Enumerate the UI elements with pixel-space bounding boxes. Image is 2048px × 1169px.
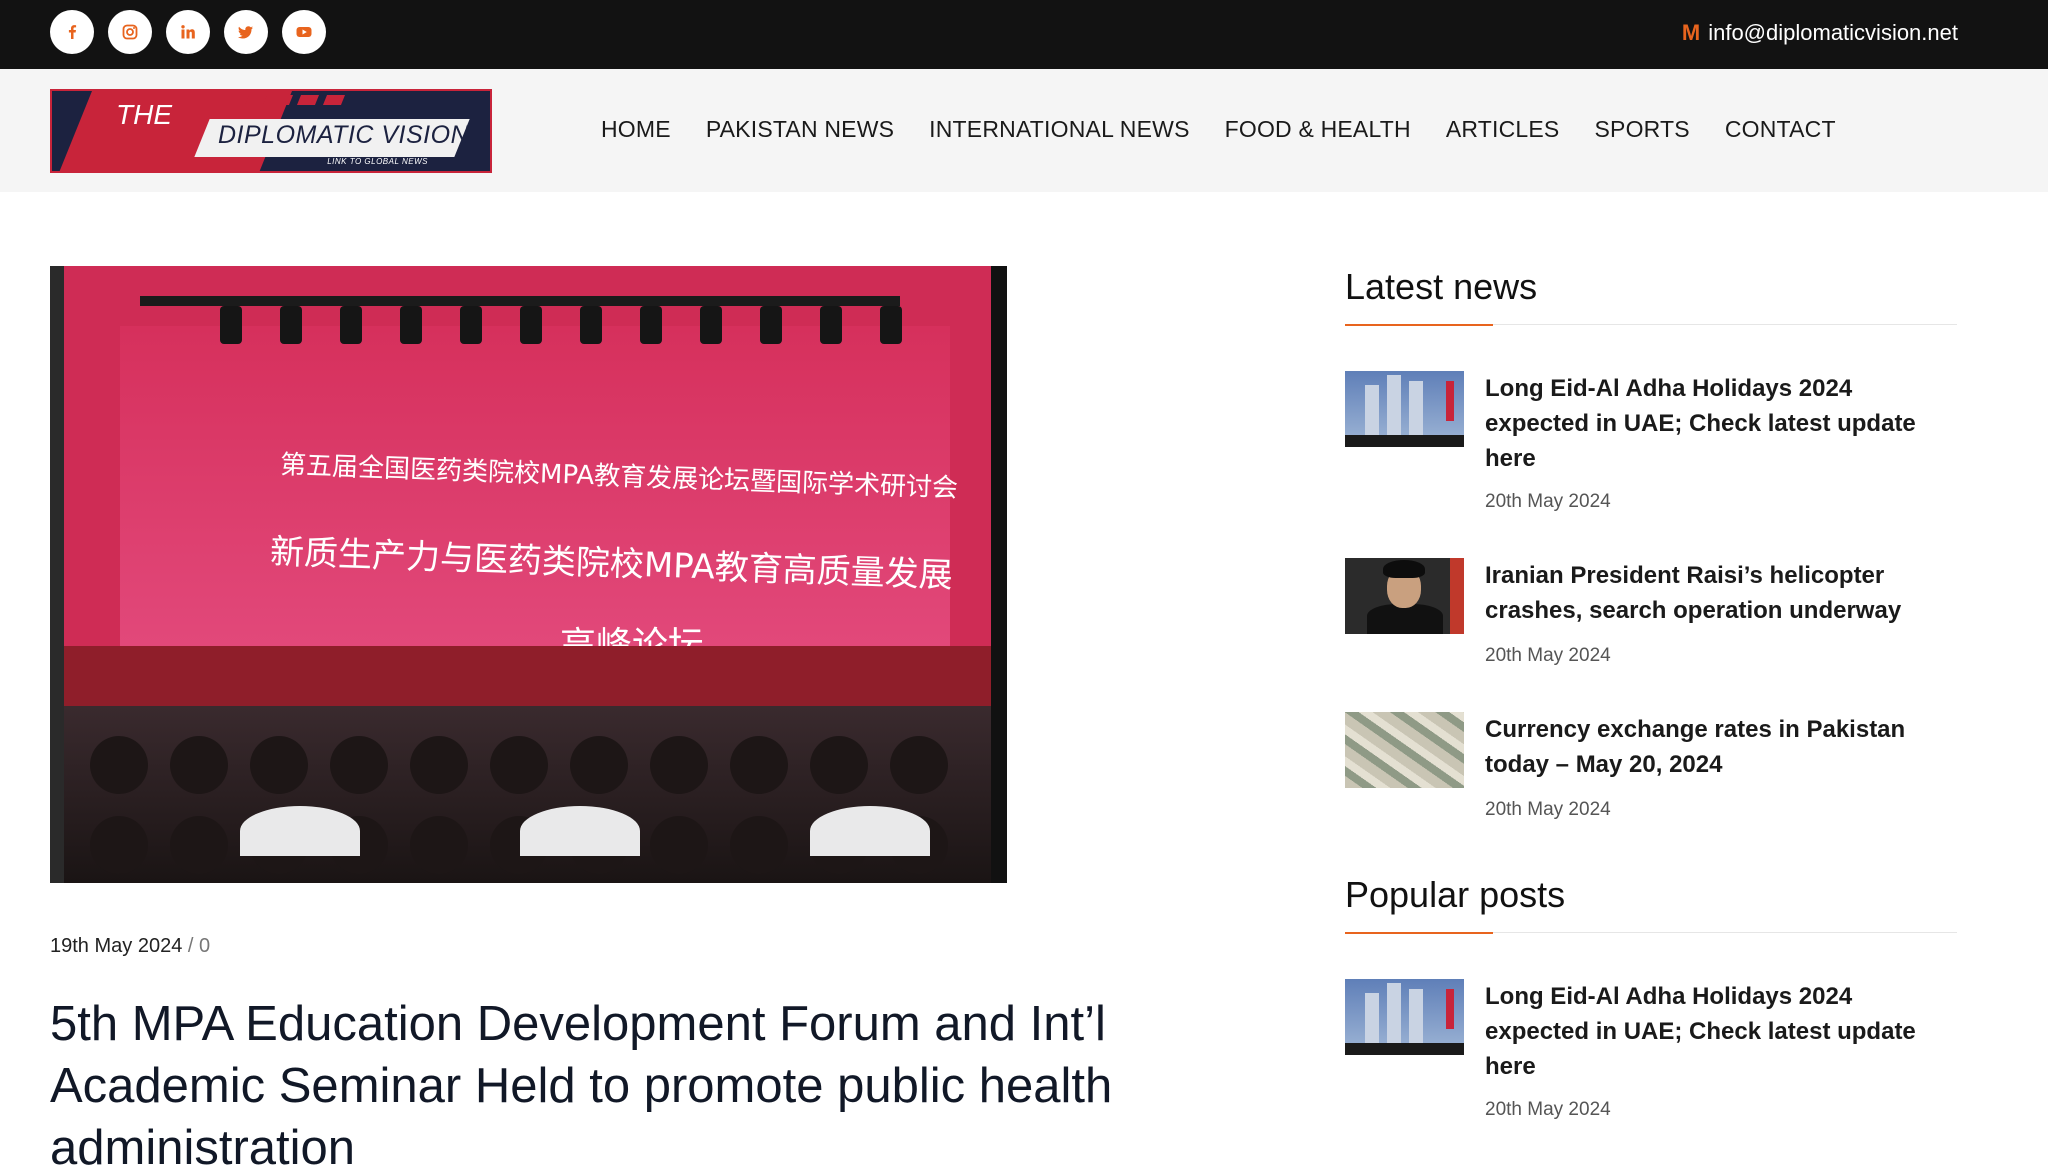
logo-the: THE — [116, 99, 172, 130]
site-header: THE DIPLOMATIC VISION LINK TO GLOBAL NEW… — [0, 69, 2048, 192]
thumbnail-image[interactable] — [1345, 712, 1464, 788]
post-title[interactable]: Long Eid-Al Adha Holidays 2024 expected … — [1485, 979, 1955, 1084]
popular-posts-heading: Popular posts — [1345, 874, 1566, 915]
email-text[interactable]: info@diplomaticvision.net — [1708, 20, 1958, 46]
facebook-icon[interactable] — [50, 10, 94, 54]
news-title[interactable]: Long Eid-Al Adha Holidays 2024 expected … — [1485, 371, 1955, 476]
social-links — [50, 10, 326, 54]
nav-contact[interactable]: CONTACT — [1725, 116, 1836, 143]
top-bar: M info@diplomaticvision.net — [0, 0, 2048, 69]
post-date: 20th May 2024 — [1485, 1099, 1611, 1120]
logo-title: DIPLOMATIC VISION — [218, 121, 470, 149]
news-title[interactable]: Currency exchange rates in Pakistan toda… — [1485, 712, 1955, 782]
nav-pakistan-news[interactable]: PAKISTAN NEWS — [706, 116, 894, 143]
news-date: 20th May 2024 — [1485, 645, 1611, 666]
thumbnail-image[interactable] — [1345, 371, 1464, 447]
article-date: 19th May 2024 — [50, 935, 183, 957]
logo-tagline: LINK TO GLOBAL NEWS — [327, 157, 428, 166]
meta-separator: / — [187, 935, 194, 957]
nav-food-health[interactable]: FOOD & HEALTH — [1225, 116, 1411, 143]
latest-news-item[interactable]: Long Eid-Al Adha Holidays 2024 expected … — [1345, 371, 1957, 521]
linkedin-icon[interactable] — [166, 10, 210, 54]
youtube-icon[interactable] — [282, 10, 326, 54]
thumbnail-image[interactable] — [1345, 979, 1464, 1055]
popular-posts-divider — [1345, 932, 1957, 934]
main-nav: HOME PAKISTAN NEWS INTERNATIONAL NEWS FO… — [601, 116, 1836, 143]
nav-sports[interactable]: SPORTS — [1594, 116, 1689, 143]
forum-screen: 第五届全国医药类院校MPA教育发展论坛暨国际学术研讨会 新质生产力与医药类院校M… — [120, 326, 958, 666]
news-date: 20th May 2024 — [1485, 799, 1611, 820]
thumbnail-image[interactable] — [1345, 558, 1464, 634]
popular-post-item[interactable]: Long Eid-Al Adha Holidays 2024 expected … — [1345, 979, 1957, 1129]
twitter-icon[interactable] — [224, 10, 268, 54]
latest-news-divider — [1345, 324, 1957, 326]
latest-news-heading: Latest news — [1345, 266, 1538, 307]
article-title: 5th MPA Education Development Forum and … — [50, 997, 1113, 1169]
mail-icon: M — [1681, 20, 1701, 45]
nav-home[interactable]: HOME — [601, 116, 671, 143]
screen-text-line2: 新质生产力与医药类院校MPA教育高质量发展 — [269, 532, 954, 596]
article-meta: 19th May 2024 / 0 — [50, 935, 210, 958]
nav-articles[interactable]: ARTICLES — [1446, 116, 1560, 143]
site-logo[interactable]: THE DIPLOMATIC VISION LINK TO GLOBAL NEW… — [50, 89, 492, 173]
article-featured-image[interactable]: 第五届全国医药类院校MPA教育发展论坛暨国际学术研讨会 新质生产力与医药类院校M… — [50, 266, 1007, 883]
latest-news-item[interactable]: Iranian President Raisi’s helicopter cra… — [1345, 558, 1957, 673]
screen-text-line1: 第五届全国医药类院校MPA教育发展论坛暨国际学术研讨会 — [279, 450, 959, 504]
instagram-icon[interactable] — [108, 10, 152, 54]
comment-count[interactable]: 0 — [199, 935, 210, 957]
latest-news-item[interactable]: Currency exchange rates in Pakistan toda… — [1345, 712, 1957, 827]
email-link[interactable]: M info@diplomaticvision.net — [1682, 20, 1958, 46]
news-title[interactable]: Iranian President Raisi’s helicopter cra… — [1485, 558, 1955, 628]
nav-international-news[interactable]: INTERNATIONAL NEWS — [929, 116, 1189, 143]
news-date: 20th May 2024 — [1485, 491, 1611, 512]
